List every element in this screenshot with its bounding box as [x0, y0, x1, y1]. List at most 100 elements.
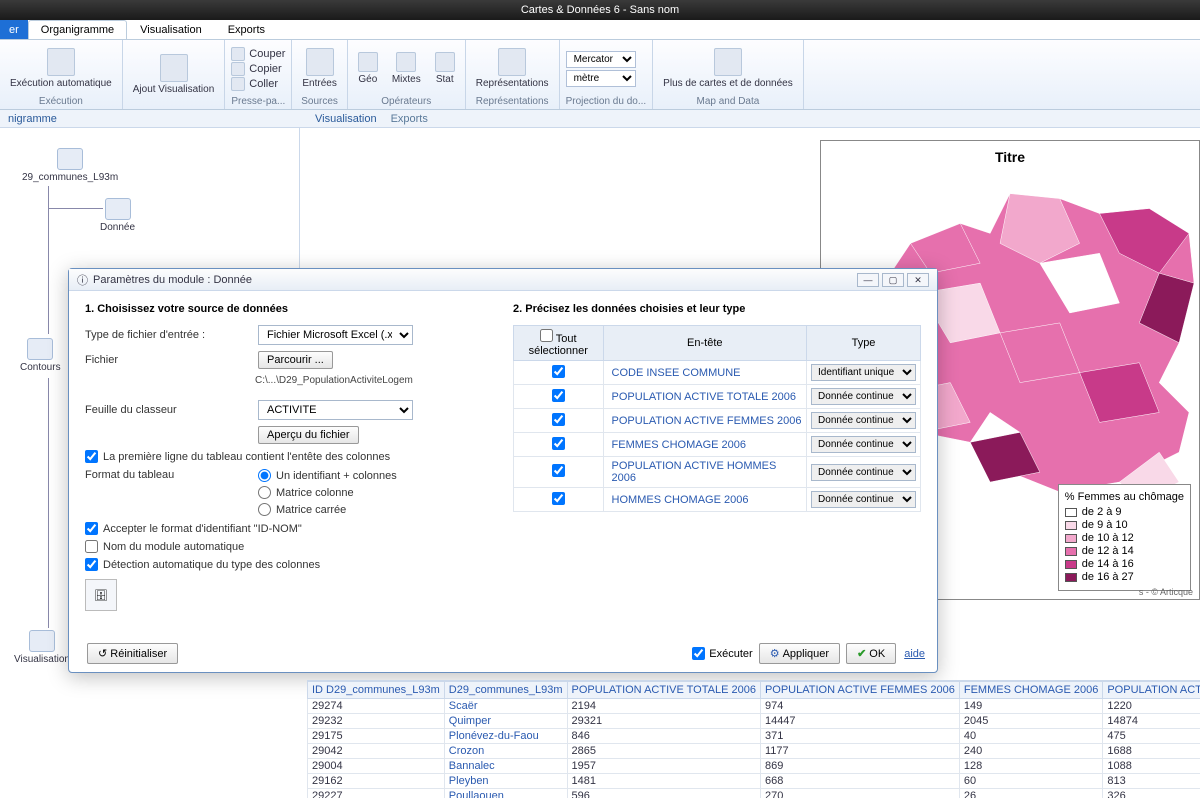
ribbon-tab-exports[interactable]: Exports	[215, 20, 278, 39]
column-type-select[interactable]: Donnée continue	[811, 388, 916, 405]
sigma-icon	[435, 52, 455, 72]
add-visualisation-button[interactable]: Ajout Visualisation	[129, 52, 219, 97]
node-contours[interactable]: Contours	[20, 338, 61, 373]
paste-icon	[231, 77, 245, 91]
column-checkbox[interactable]	[552, 389, 565, 402]
mixtes-button[interactable]: Mixtes	[388, 50, 425, 87]
grid-header[interactable]: POPULATION ACTIVE TOTALE 2006	[567, 682, 760, 699]
copy-icon	[231, 62, 245, 76]
ribbon-tab-organigramme[interactable]: Organigramme	[28, 20, 127, 39]
projection-select[interactable]: Mercator	[566, 51, 636, 68]
column-type-select[interactable]: Donnée continue	[811, 436, 916, 453]
column-label: POPULATION ACTIVE HOMMES 2006	[603, 457, 807, 488]
close-button[interactable]: ✕	[907, 273, 929, 287]
table-row[interactable]: 29227Poullaouen5962702632623	[308, 789, 1200, 798]
modname-checkbox[interactable]	[85, 540, 98, 553]
cut-button[interactable]: Couper	[231, 47, 285, 61]
file-type-select[interactable]: Fichier Microsoft Excel (.xls, .xlsx,	[258, 325, 413, 345]
column-checkbox[interactable]	[552, 365, 565, 378]
grid-header[interactable]: POPULATION ACTIVE HOMMES 2006	[1103, 682, 1200, 699]
reset-button[interactable]: ↺ Réinitialiser	[87, 643, 178, 664]
column-type-select[interactable]: Donnée continue	[811, 412, 916, 429]
layers-icon	[160, 54, 188, 82]
browse-button[interactable]: Parcourir ...	[258, 351, 333, 369]
preview-button[interactable]: Aperçu du fichier	[258, 426, 359, 444]
apply-button[interactable]: ⚙Appliquer	[759, 643, 840, 664]
table-row[interactable]: 29232Quimper29321144472045148741761	[308, 714, 1200, 729]
column-label: CODE INSEE COMMUNE	[603, 361, 807, 385]
map-credit: s - © Articque	[1139, 587, 1193, 597]
table-row[interactable]: 29004Bannalec19578691281088102	[308, 759, 1200, 774]
column-checkbox[interactable]	[552, 492, 565, 505]
map-title: Titre	[821, 141, 1199, 173]
paste-button[interactable]: Coller	[231, 77, 285, 91]
copy-button[interactable]: Copier	[231, 62, 285, 76]
table-row[interactable]: 29162Pleyben14816686081345	[308, 774, 1200, 789]
geo-button[interactable]: Géo	[354, 50, 382, 87]
help-link[interactable]: aide	[904, 648, 925, 660]
column-type-select[interactable]: Donnée continue	[811, 491, 916, 508]
columns-table: Tout sélectionner En-tête Type CODE INSE…	[513, 325, 921, 512]
app-title: Cartes & Données 6 - Sans nom	[521, 4, 679, 16]
sheet-select[interactable]: ACTIVITE	[258, 400, 413, 420]
format-id-cols-radio[interactable]	[258, 469, 271, 482]
subtab-visualisation[interactable]: Visualisation	[315, 113, 377, 125]
grid-header[interactable]: ID D29_communes_L93m	[308, 682, 445, 699]
monitor-icon	[29, 630, 55, 652]
column-type-select[interactable]: Donnée continue	[811, 464, 916, 481]
detect-checkbox[interactable]	[85, 558, 98, 571]
column-label: HOMMES CHOMAGE 2006	[603, 488, 807, 512]
entries-button[interactable]: Entrées	[298, 46, 340, 91]
grid-header[interactable]: FEMMES CHOMAGE 2006	[959, 682, 1102, 699]
format-col-matrix-radio[interactable]	[258, 486, 271, 499]
grid-icon	[105, 198, 131, 220]
table-row[interactable]: 29175Plonévez-du-Faou8463714047524	[308, 729, 1200, 744]
column-label: POPULATION ACTIVE TOTALE 2006	[603, 385, 807, 409]
subtab-organigramme[interactable]: nigramme	[8, 113, 57, 125]
stat-button[interactable]: Stat	[431, 50, 459, 87]
idnom-checkbox[interactable]	[85, 522, 98, 535]
ribbon-tab-visualisation[interactable]: Visualisation	[127, 20, 215, 39]
grid-header[interactable]: D29_communes_L93m	[444, 682, 567, 699]
column-checkbox[interactable]	[552, 413, 565, 426]
chart-icon	[498, 48, 526, 76]
table-row[interactable]: 29042Crozon286511772401688152	[308, 744, 1200, 759]
column-checkbox[interactable]	[552, 437, 565, 450]
globe-icon	[714, 48, 742, 76]
plus-icon	[306, 48, 334, 76]
globe-icon	[57, 148, 83, 170]
maximize-button[interactable]: ▢	[882, 273, 904, 287]
sql-button[interactable]: 🗄	[85, 579, 117, 611]
scissors-icon	[231, 47, 245, 61]
sigma-icon	[396, 52, 416, 72]
minimize-button[interactable]: —	[857, 273, 879, 287]
info-icon: ⓘ	[77, 272, 88, 288]
format-sq-matrix-radio[interactable]	[258, 503, 271, 516]
execute-checkbox[interactable]	[692, 647, 705, 660]
column-type-select[interactable]: Identifiant unique	[811, 364, 916, 381]
grid-header[interactable]: POPULATION ACTIVE FEMMES 2006	[760, 682, 959, 699]
column-label: FEMMES CHOMAGE 2006	[603, 433, 807, 457]
node-donnee[interactable]: Donnée	[100, 198, 135, 233]
ok-button[interactable]: ✔OK	[846, 643, 896, 664]
node-visualisation[interactable]: Visualisation	[14, 630, 70, 665]
representations-button[interactable]: Représentations	[472, 46, 553, 91]
more-maps-button[interactable]: Plus de cartes et de données	[659, 46, 797, 91]
play-icon	[47, 48, 75, 76]
header-checkbox[interactable]	[85, 450, 98, 463]
table-row[interactable]: 29274Scaër2194974149122097	[308, 699, 1200, 714]
unit-select[interactable]: mètre	[566, 70, 636, 87]
exec-auto-button[interactable]: Exécution automatique	[6, 46, 116, 91]
titlebar: Cartes & Données 6 - Sans nom	[0, 0, 1200, 20]
node-communes[interactable]: 29_communes_L93m	[22, 148, 118, 183]
select-all-checkbox[interactable]	[540, 329, 553, 342]
ribbon-tabs: er Organigramme Visualisation Exports	[0, 20, 1200, 40]
subtab-exports[interactable]: Exports	[391, 113, 428, 125]
geo-icon	[358, 52, 378, 72]
column-checkbox[interactable]	[552, 464, 565, 477]
dialog-titlebar: ⓘ Paramètres du module : Donnée — ▢ ✕	[69, 269, 937, 291]
ribbon: Exécution automatique Exécution Ajout Vi…	[0, 40, 1200, 110]
ribbon-tab-file[interactable]: er	[0, 20, 28, 39]
data-grid[interactable]: ID D29_communes_L93mD29_communes_L93mPOP…	[307, 680, 1200, 798]
file-path: C:\...\D29_PopulationActiviteLogem	[255, 375, 493, 386]
